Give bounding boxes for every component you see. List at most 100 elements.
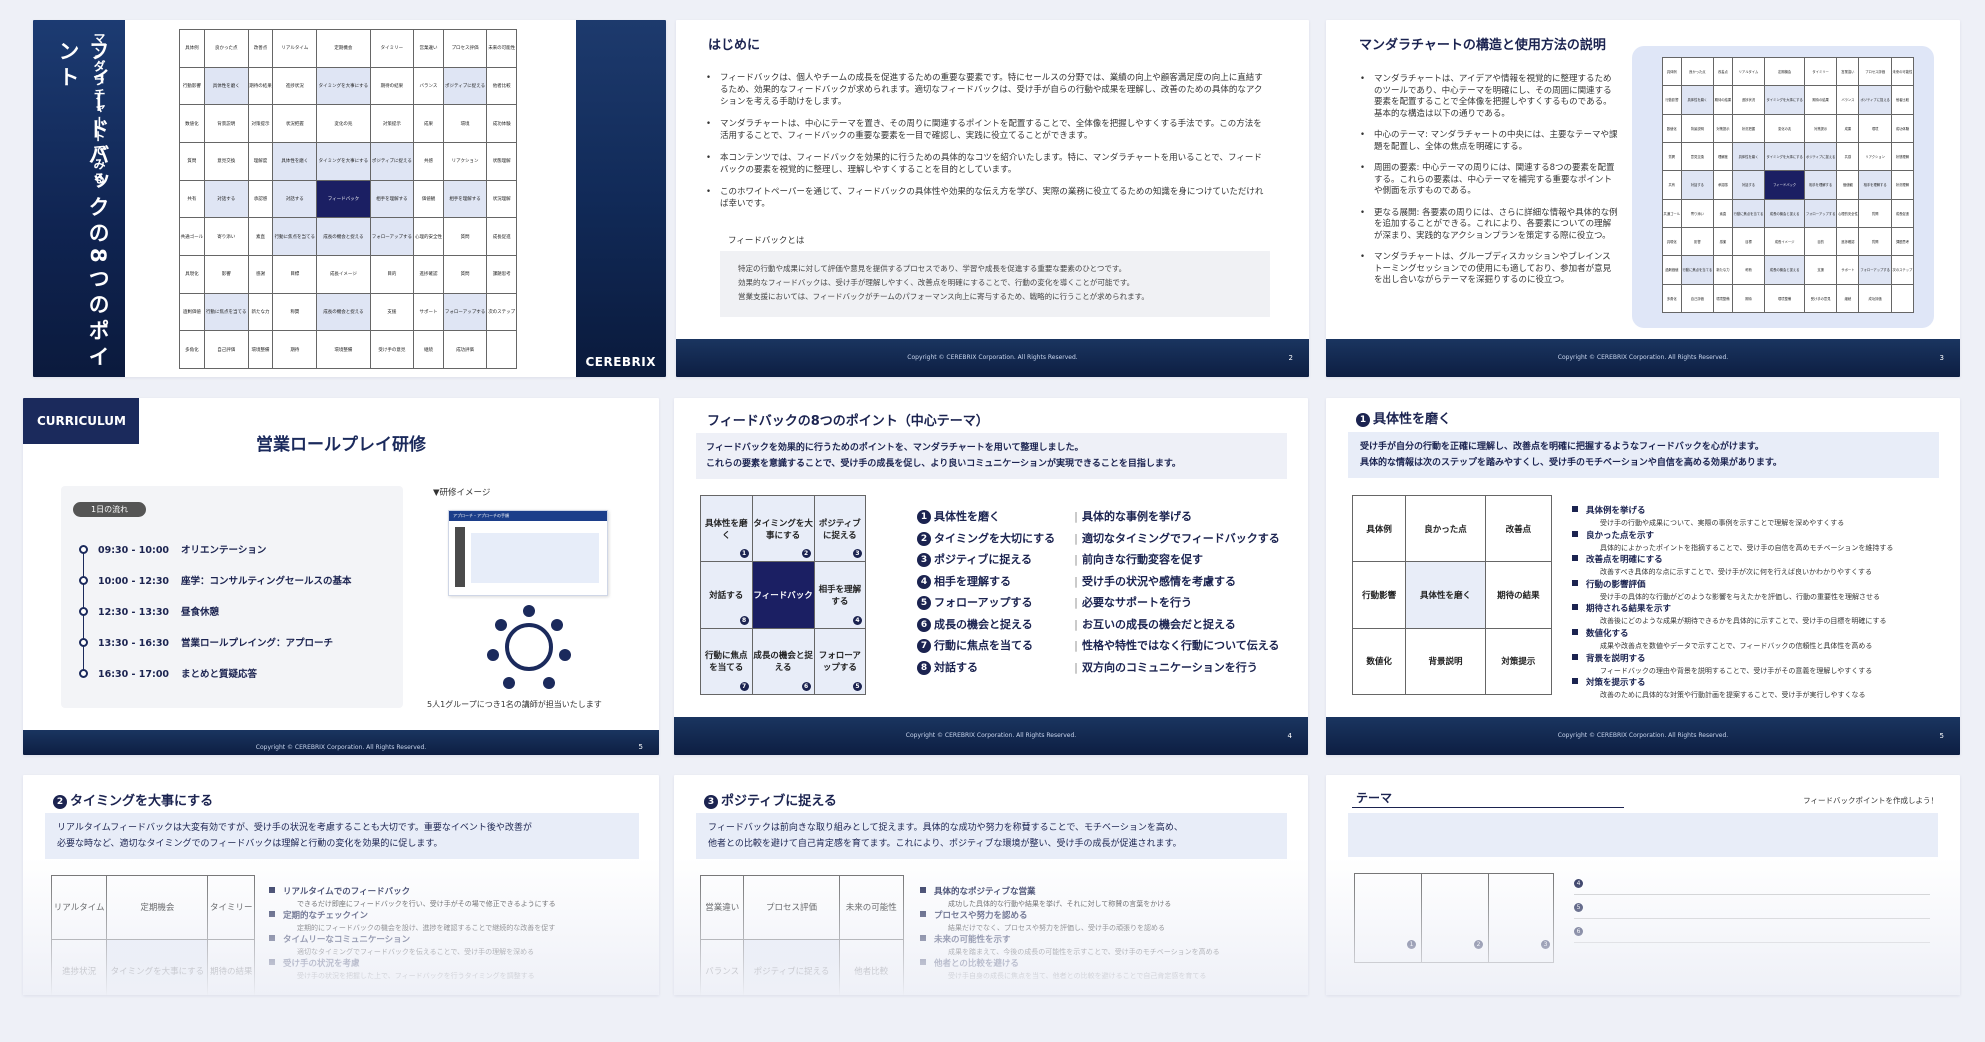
grid-cell: 目的 [1803,226,1838,257]
grid-cell: バランス [699,938,745,995]
slide-eight-points[interactable]: フィードバックの8つのポイント（中心テーマ） フィードバックを効果的に行うための… [674,398,1308,755]
schedule-row: 16:30 - 17:00 まとめと質疑応答 [79,666,257,680]
grid-cell: 環境整備 [316,330,371,369]
slide-cover[interactable]: マンダラチャートでみる フィードバックの8つのポイント CEREBRIX 具体例… [33,20,666,377]
timeline-dot [79,669,88,678]
schedule-row: 12:30 - 13:30 昼食休憩 [79,604,219,618]
number-badge: 1 [739,549,749,559]
box-heading: フィードバックとは [728,236,805,246]
grid-cell [1890,283,1915,314]
grid-cell: タイミリー [207,875,255,940]
grid-row: 共有 対話する 承認感 対話する フィードバック 相手を理解する 価値観 相手を理解する 状況理… [179,179,517,219]
detail-desc: 受け手の状況を把握した上で、フィードバックを行うタイミングを調整する [297,972,535,980]
square-bullet-icon [1572,506,1578,512]
detail-heading: 期待される結果を示す [1586,604,1672,615]
number-badge: 8 [739,615,749,625]
slide-title-text: タイミングを大事にする [70,794,214,809]
grid-cell: 未来の可能性 [1890,56,1915,87]
grid-cell: 状況理解 [486,179,517,219]
separator: | [1074,617,1079,631]
grid-cell: 過剰価値 [179,292,205,332]
intro-line: 必要な時など、適切なタイミングでのフィードバックは理解と行動の変化を効果的に促し… [57,839,443,849]
grid-cell: リアクション [442,141,488,181]
intro-line: 具体的な情報は次のステップを踏みやすくし、受け手のモチベーションや自信を高める効… [1360,458,1782,468]
grid-row: 行動に焦点を当てる 7 成長の機会と捉える 6 フォローアップする 5 [700,627,867,696]
slide-point-1[interactable]: 1 具体性を磨く 受け手が自分の行動を正確に理解し、改善点を明確に把握するようなフ… [1326,398,1960,755]
bullet-item: マンダラチャートは、グループディスカッションやブレインストーミングセッションでの… [1358,252,1618,287]
number-badge: 2 [801,549,811,559]
grid-cell: タイミングを大事にする [106,938,209,995]
separator: | [1074,553,1079,566]
box-line: 特定の行動や成果に対して評価や意見を提供するプロセスであり、学習や成長を促進する… [738,264,1127,273]
grid-cell: 状態理解 [1890,141,1915,172]
slide-point-3[interactable]: 3 ポジティブに捉える フィードバックは前向きな取り組みとして捉えます。具体的な成… [674,775,1308,995]
blank-lines[interactable]: 4 5 6 [1574,871,1930,943]
slide-introduction[interactable]: はじめに フィードバックは、個人やチームの成長を促進するための重要な要素です。特… [676,20,1309,377]
slide-mandala-explanation[interactable]: マンダラチャートの構造と使用方法の説明 マンダラチャートは、アイデアや情報を視覚… [1326,20,1960,377]
slide-curriculum[interactable]: CURRICULUM 営業ロールプレイ研修 1日の流れ 09:30 - 10:0… [23,398,659,755]
grid-cell: 成功体験 [1890,113,1915,143]
empty-grid[interactable]: 1 2 3 [1354,873,1554,963]
separator: | [1074,660,1079,674]
point-row: 1 具体性を磨く | 具体的な事例を挙げる [917,508,1192,524]
detail-item: 受け手の状況を考慮 受け手の状況を把握した上で、フィードバックを行うタイミングを調… [269,951,535,981]
copyright: Copyright © CEREBRIX Corporation. All Ri… [255,744,427,751]
grid-cell: 環境整備 [247,330,274,369]
schedule-row: 13:30 - 16:30 営業ロールプレイング：アプローチ [79,635,333,649]
theme-input-box[interactable] [1348,813,1938,857]
grid-cell: 成長イメージ [316,254,371,294]
detail-heading: 数値化する [1586,629,1629,639]
grid-cell: 数値化 [1662,113,1682,143]
number-badge: 6 [1574,927,1583,936]
grid-row: 進捗状況 タイミングを大事にする 期待の結果 [50,938,255,995]
grid-cell: 受け手の意見 [369,330,415,369]
point-desc: 受け手の状況や感情を考慮する [1082,574,1237,588]
grid-cell: 進捗状況 [50,938,108,995]
square-bullet-icon [1572,629,1578,635]
grid-cell: リアルタイム [1731,56,1766,87]
detail-heading: 定期的なチェックイン [283,911,369,921]
group-note: 5人1グループにつき1名の講師が担当いたします [427,700,602,709]
number-badge: 7 [917,639,931,653]
number-badge: 4 [853,615,862,625]
grid-cell: ポジティブに捉える [442,66,488,106]
grid-cell: 未来の可能性 [486,29,517,68]
number-badge: 6 [801,682,811,691]
grid-cell: 称賛 [1731,255,1766,285]
point-desc: 前向きな行動変容を促す [1082,553,1204,566]
separator: | [1074,510,1079,523]
schedule-item: まとめと質疑応答 [181,669,258,680]
separator: | [1074,574,1079,588]
grid-cell: 対話する 8 [700,561,753,629]
grid-cell: 状況理解 [1890,170,1915,200]
grid-cell: 背景説明 [1405,627,1486,696]
grid-row: 具現化 影響 感謝 目標 成長イメージ 目的 進捗確認 質問 課題思考 [1662,226,1915,257]
point-row: 2 タイミングを大切にする | 適切なタイミングでフィードバックする [917,530,1280,546]
grid-cell: 価値観 [413,179,444,219]
number-badge: 3 [704,795,718,809]
bullet-item: フィードバックは、個人やチームの成長を促進するための重要な要素です。特にセールス… [704,72,1269,108]
grid-cell: プロセス評価 [442,29,488,68]
square-bullet-icon [1572,555,1578,562]
grid-cell: 良かった点 [1405,494,1486,563]
grid-cell: 環境 [442,104,488,143]
grid-cell: 対話する [272,179,318,219]
schedule-row: 10:00 - 12:30 座学：コンサルティングセールスの基本 [79,573,351,587]
grid-row: 過剰価値 行動に焦点を当てる 新たな力 称賛 成長の機会と捉える 支援 サポート フォローアッ… [1662,255,1915,285]
point-desc: 性格や特性ではなく行動について伝える [1082,639,1280,652]
grid-cell: 他者比較 [486,66,517,106]
slide-point-2[interactable]: 2 タイミングを大事にする リアルタイムフィードバックは大変有効ですが、受け手の状… [23,775,659,995]
number-badge: 8 [917,660,931,675]
grid-row: 行動影響 具体性を磨く 期待の結果 進捗状況 タイミングを大事にする 期待の結果 バランスポ… [179,66,517,106]
slide-template[interactable]: テーマ フィードバックポイントを作成しよう！ 1 2 3 4 5 6 [1326,775,1960,995]
grid-row: 数値化 背景説明 対策提示 状況把握 変化の兆 対策提示 成果 環境 成功体験 [179,104,517,143]
slide-title: マンダラチャートの構造と使用方法の説明 [1359,38,1606,53]
timeline-dot [79,638,88,647]
grid-row: 対話する 8 フィードバック 相手を理解する 4 [700,561,867,629]
schedule-time: 09:30 - 10:00 [98,545,170,556]
grid-cell: 変化の兆 [1764,113,1805,143]
grid-cell: 環境整備 [1713,283,1733,314]
image-label: ▼研修イメージ [433,488,491,498]
number-badge: 5 [853,682,862,691]
grid-row: 具体例 良かった点 改善点 [1351,494,1553,563]
